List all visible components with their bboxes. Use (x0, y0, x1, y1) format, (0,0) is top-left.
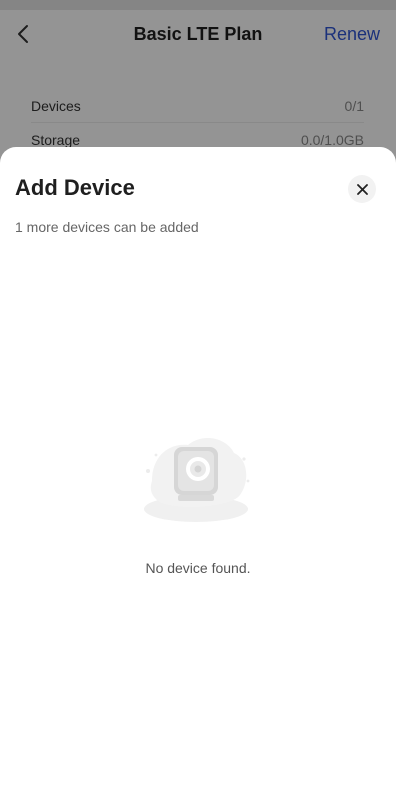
close-button[interactable] (348, 175, 376, 203)
empty-state-message: No device found. (145, 560, 251, 576)
close-icon (356, 183, 368, 195)
sheet-subtitle: 1 more devices can be added (15, 219, 199, 235)
add-device-sheet: Add Device 1 more devices can be added N… (0, 147, 396, 795)
sheet-title: Add Device (15, 175, 135, 200)
empty-state-illustration (138, 429, 254, 529)
screen: Basic LTE Plan Renew Devices 0/1 Storage… (0, 0, 396, 795)
camera-device-illustration-icon (144, 438, 250, 522)
